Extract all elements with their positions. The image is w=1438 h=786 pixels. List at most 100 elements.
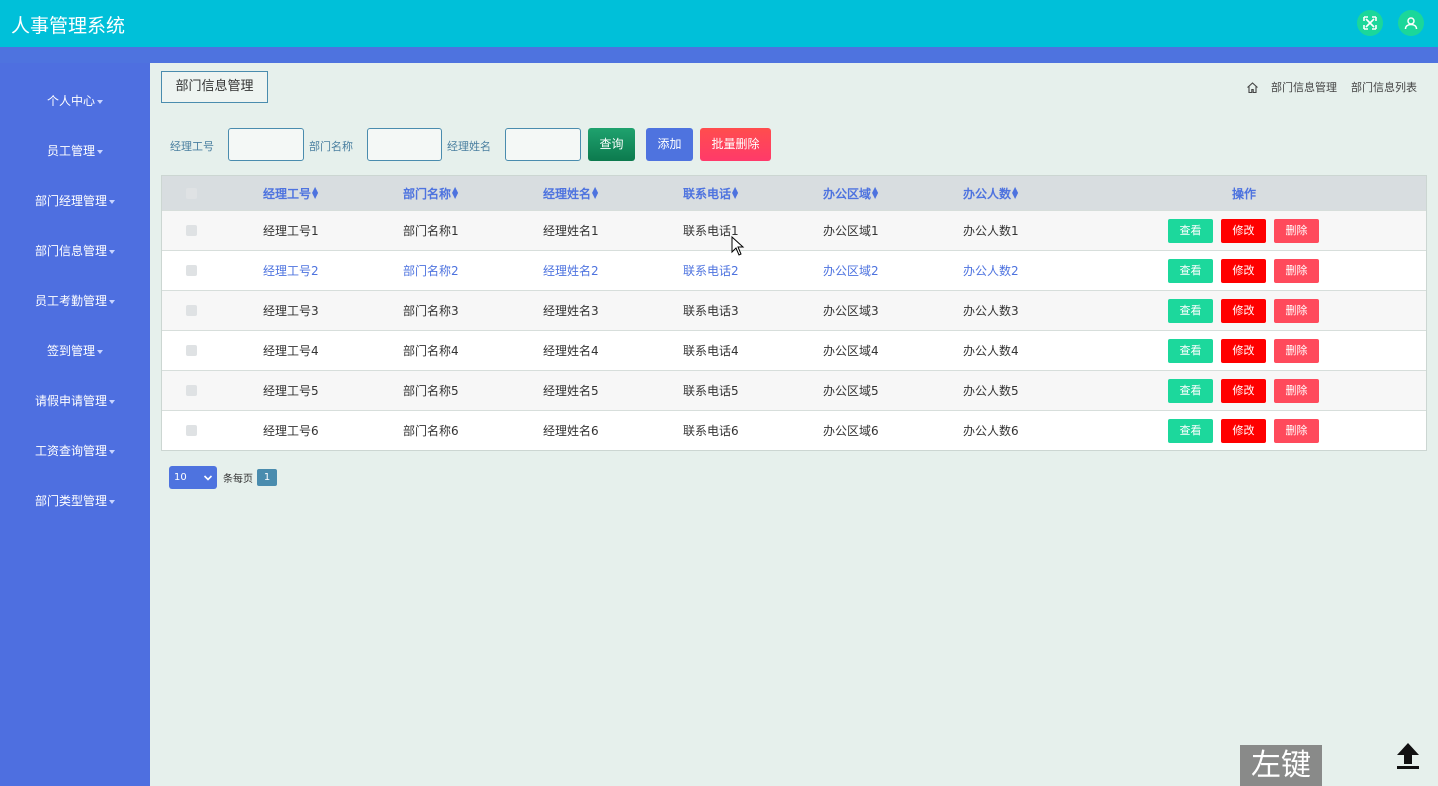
cell-manager-name: 经理姓名2	[543, 264, 599, 278]
view-button[interactable]: 查看	[1168, 419, 1213, 443]
header-band	[0, 47, 1438, 63]
delete-button[interactable]: 删除	[1274, 259, 1319, 283]
sidebar-item-attendance[interactable]: 员工考勤管理	[0, 292, 150, 309]
top-bar: 人事管理系统	[0, 0, 1438, 47]
sort-icon: ▲ ▼	[452, 185, 459, 200]
cell-manager-id: 经理工号3	[263, 304, 319, 318]
batch-delete-button[interactable]: 批量删除	[700, 128, 771, 161]
view-button[interactable]: 查看	[1168, 259, 1213, 283]
table-row[interactable]: 经理工号4 部门名称4 经理姓名4 联系电话4 办公区域4 办公人数4 查看 修改 删除	[162, 330, 1426, 370]
cell-phone: 联系电话5	[683, 384, 739, 398]
view-button[interactable]: 查看	[1168, 219, 1213, 243]
row-checkbox[interactable]	[186, 211, 197, 250]
user-icon[interactable]	[1398, 10, 1424, 36]
edit-button[interactable]: 修改	[1221, 339, 1266, 363]
cell-dept-name: 部门名称2	[403, 264, 459, 278]
edit-button[interactable]: 修改	[1221, 379, 1266, 403]
cell-manager-name: 经理姓名4	[543, 344, 599, 358]
delete-button[interactable]: 删除	[1274, 419, 1319, 443]
sidebar: 个人中心 员工管理 部门经理管理 部门信息管理 员工考勤管理 签到管理 请假申请…	[0, 63, 150, 786]
sidebar-item-label: 工资查询管理	[34, 444, 107, 458]
breadcrumb-item: 部门信息列表	[1351, 81, 1417, 94]
cell-office-area: 办公区域2	[823, 264, 879, 278]
query-button[interactable]: 查询	[588, 128, 635, 161]
fullscreen-icon[interactable]	[1357, 10, 1383, 36]
col-header-office-count[interactable]: 办公人数 ▲ ▼	[963, 176, 1018, 210]
table-row[interactable]: 经理工号1 部门名称1 经理姓名1 联系电话1 办公区域1 办公人数1 查看 修改 删除	[162, 210, 1426, 250]
cell-office-area: 办公区域1	[823, 224, 879, 238]
view-button[interactable]: 查看	[1168, 299, 1213, 323]
cell-manager-name: 经理姓名3	[543, 304, 599, 318]
page-number-1[interactable]: 1	[257, 469, 277, 486]
caret-down-icon	[109, 449, 115, 454]
data-table: 经理工号 ▲ ▼ 部门名称 ▲ ▼ 经理姓名 ▲ ▼ 联系电话 ▲ ▼ 办公区域 ▲ ▼ 办公人数 ▲…	[161, 175, 1427, 451]
add-button[interactable]: 添加	[646, 128, 693, 161]
sidebar-item-leave[interactable]: 请假申请管理	[0, 392, 150, 409]
home-icon[interactable]	[1246, 81, 1259, 94]
manager-name-input[interactable]	[505, 128, 581, 161]
cell-office-area: 办公区域6	[823, 424, 879, 438]
col-header-manager-name[interactable]: 经理姓名 ▲ ▼	[543, 176, 598, 210]
cell-manager-name: 经理姓名1	[543, 224, 599, 238]
row-checkbox[interactable]	[186, 291, 197, 330]
sidebar-item-dept-managers[interactable]: 部门经理管理	[0, 192, 150, 209]
table-body: 经理工号1 部门名称1 经理姓名1 联系电话1 办公区域1 办公人数1 查看 修改 删除 经理工号…	[162, 210, 1426, 450]
col-header-manager-id[interactable]: 经理工号 ▲ ▼	[263, 176, 318, 210]
sidebar-item-personal-center[interactable]: 个人中心	[0, 92, 150, 109]
cell-dept-name: 部门名称1	[403, 224, 459, 238]
table-row[interactable]: 经理工号2 部门名称2 经理姓名2 联系电话2 办公区域2 办公人数2 查看 修改 删除	[162, 250, 1426, 290]
col-header-phone[interactable]: 联系电话 ▲ ▼	[683, 176, 738, 210]
col-header-dept-name[interactable]: 部门名称 ▲ ▼	[403, 176, 458, 210]
sidebar-item-salary[interactable]: 工资查询管理	[0, 442, 150, 459]
sort-icon: ▲ ▼	[312, 185, 319, 200]
cell-manager-id: 经理工号1	[263, 224, 319, 238]
page-tab[interactable]: 部门信息管理	[161, 71, 268, 103]
cell-manager-name: 经理姓名6	[543, 424, 599, 438]
pagination: 10 条每页 1	[169, 466, 277, 489]
table-row[interactable]: 经理工号5 部门名称5 经理姓名5 联系电话5 办公区域5 办公人数5 查看 修改 删除	[162, 370, 1426, 410]
sidebar-item-employees[interactable]: 员工管理	[0, 142, 150, 159]
row-checkbox[interactable]	[186, 411, 197, 450]
manager-id-input[interactable]	[228, 128, 304, 161]
sidebar-item-sign-in[interactable]: 签到管理	[0, 342, 150, 359]
page-size-select[interactable]: 10	[169, 466, 217, 489]
cell-manager-id: 经理工号4	[263, 344, 319, 358]
sidebar-item-label: 签到管理	[46, 344, 95, 358]
view-button[interactable]: 查看	[1168, 339, 1213, 363]
row-checkbox[interactable]	[186, 251, 197, 290]
select-all-checkbox[interactable]	[186, 176, 197, 210]
row-checkbox[interactable]	[186, 331, 197, 370]
caret-down-icon	[109, 399, 115, 404]
delete-button[interactable]: 删除	[1274, 219, 1319, 243]
mouse-cursor-icon	[731, 236, 745, 256]
edit-button[interactable]: 修改	[1221, 299, 1266, 323]
row-checkbox[interactable]	[186, 371, 197, 410]
sidebar-item-dept-info[interactable]: 部门信息管理	[0, 242, 150, 259]
delete-button[interactable]: 删除	[1274, 339, 1319, 363]
sidebar-item-dept-types[interactable]: 部门类型管理	[0, 492, 150, 509]
edit-button[interactable]: 修改	[1221, 419, 1266, 443]
caret-down-icon	[109, 249, 115, 254]
table-row[interactable]: 经理工号6 部门名称6 经理姓名6 联系电话6 办公区域6 办公人数6 查看 修改 删除	[162, 410, 1426, 450]
per-page-label: 条每页	[223, 474, 253, 485]
cell-phone: 联系电话6	[683, 424, 739, 438]
search-label-manager-id: 经理工号	[170, 140, 214, 153]
dept-name-input[interactable]	[367, 128, 442, 161]
caret-down-icon	[109, 299, 115, 304]
main-content: 部门信息管理 部门信息管理 部门信息列表 经理工号 部门名称 经理姓名 查询 添…	[150, 63, 1438, 786]
sort-icon: ▲ ▼	[1012, 185, 1019, 200]
cell-office-area: 办公区域3	[823, 304, 879, 318]
edit-button[interactable]: 修改	[1221, 259, 1266, 283]
edit-button[interactable]: 修改	[1221, 219, 1266, 243]
view-button[interactable]: 查看	[1168, 379, 1213, 403]
back-to-top-icon[interactable]	[1395, 742, 1421, 770]
cell-manager-name: 经理姓名5	[543, 384, 599, 398]
cell-phone: 联系电话3	[683, 304, 739, 318]
breadcrumb-item[interactable]: 部门信息管理	[1271, 79, 1337, 95]
delete-button[interactable]: 删除	[1274, 379, 1319, 403]
cell-manager-id: 经理工号5	[263, 384, 319, 398]
table-row[interactable]: 经理工号3 部门名称3 经理姓名3 联系电话3 办公区域3 办公人数3 查看 修改 删除	[162, 290, 1426, 330]
col-header-office-area[interactable]: 办公区域 ▲ ▼	[823, 176, 878, 210]
sort-icon: ▲ ▼	[872, 185, 879, 200]
delete-button[interactable]: 删除	[1274, 299, 1319, 323]
